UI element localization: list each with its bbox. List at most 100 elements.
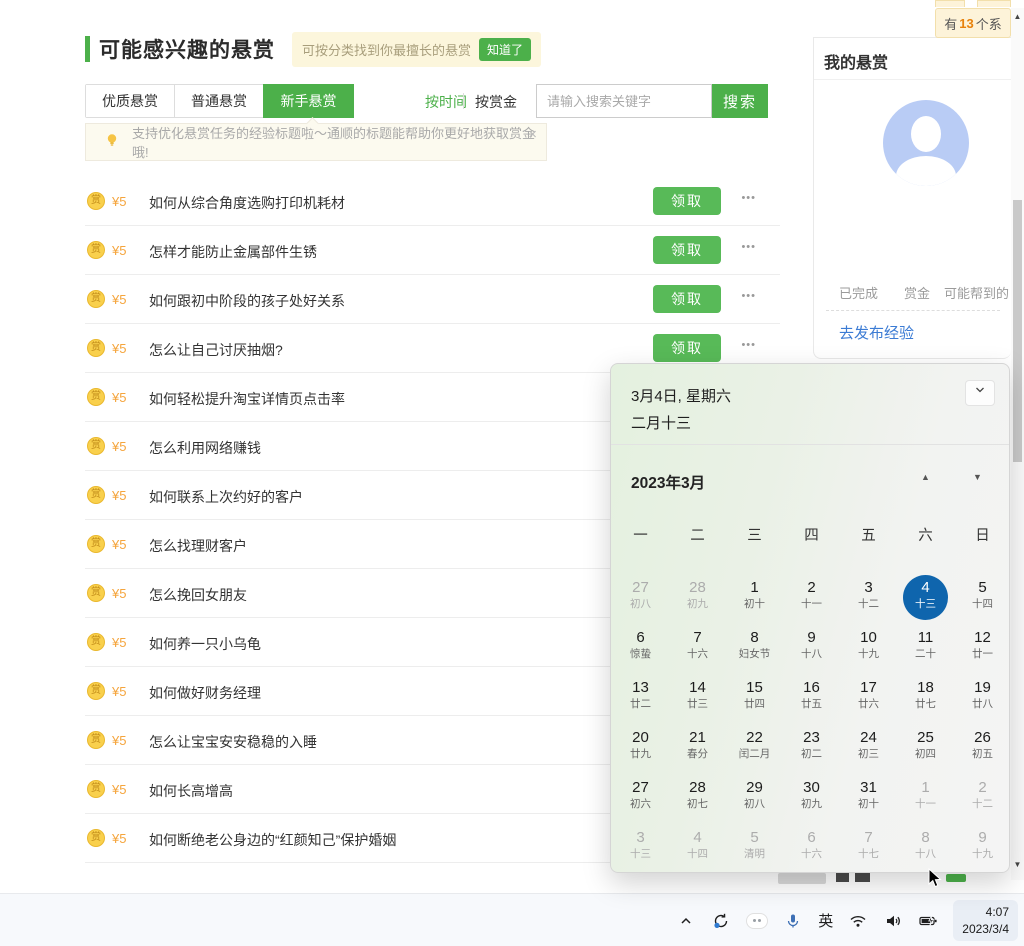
reward-title-link[interactable]: 怎样才能防止金属部件生锈 <box>149 242 317 262</box>
calendar-day[interactable]: 18廿七 <box>897 674 954 724</box>
calendar-collapse-button[interactable] <box>965 380 995 406</box>
claim-button[interactable]: 领取 <box>653 334 721 362</box>
calendar-day[interactable]: 3十二 <box>840 574 897 624</box>
calendar-day[interactable]: 7十七 <box>840 824 897 874</box>
calendar-day[interactable]: 28初七 <box>669 774 726 824</box>
sort-by-reward[interactable]: 按赏金 <box>475 92 517 112</box>
calendar-day[interactable]: 23初二 <box>783 724 840 774</box>
reward-title-link[interactable]: 怎么让自己讨厌抽烟? <box>149 340 283 360</box>
more-options-icon[interactable]: ••• <box>741 192 756 204</box>
calendar-day[interactable]: 12廿一 <box>954 624 1011 674</box>
calendar-day[interactable]: 14廿三 <box>669 674 726 724</box>
tray-status-icon[interactable] <box>746 913 768 929</box>
sort-by-time[interactable]: 按时间 <box>425 92 467 112</box>
calendar-month-label[interactable]: 2023年3月 <box>631 471 705 493</box>
calendar-day-selected[interactable]: 4十三 <box>897 574 954 624</box>
speaker-icon[interactable] <box>883 911 903 931</box>
tip-close-icon[interactable]: × <box>528 126 537 143</box>
reward-title-link[interactable]: 如何轻松提升淘宝详情页点击率 <box>149 389 345 409</box>
reward-title-link[interactable]: 怎么挽回女朋友 <box>149 585 247 605</box>
day-number: 5 <box>978 579 986 597</box>
search-button[interactable]: 搜索 <box>712 84 768 118</box>
calendar-prev-month-arrow[interactable]: ▲ <box>921 472 930 482</box>
hint-ok-button[interactable]: 知道了 <box>479 38 531 61</box>
calendar-day[interactable]: 2十一 <box>783 574 840 624</box>
calendar-day[interactable]: 20廿九 <box>612 724 669 774</box>
calendar-day[interactable]: 7十六 <box>669 624 726 674</box>
day-lunar-label: 初九 <box>801 798 822 811</box>
reward-title-link[interactable]: 如何长高增高 <box>149 781 233 801</box>
calendar-day[interactable]: 27初六 <box>612 774 669 824</box>
system-notification-badge[interactable]: 有 13 个系 <box>935 8 1011 38</box>
calendar-day[interactable]: 8妇女节 <box>726 624 783 674</box>
calendar-day[interactable]: 9十八 <box>783 624 840 674</box>
calendar-day[interactable]: 1十一 <box>897 774 954 824</box>
publish-experience-link[interactable]: 去发布经验 <box>839 322 914 343</box>
calendar-day[interactable]: 9十九 <box>954 824 1011 874</box>
more-options-icon[interactable]: ••• <box>741 339 756 351</box>
calendar-day[interactable]: 21春分 <box>669 724 726 774</box>
calendar-day[interactable]: 22闰二月 <box>726 724 783 774</box>
calendar-day[interactable]: 4十四 <box>669 824 726 874</box>
reward-title-link[interactable]: 怎么找理财客户 <box>149 536 247 556</box>
calendar-day[interactable]: 24初三 <box>840 724 897 774</box>
hint-text: 可按分类找到你最擅长的悬赏 <box>302 40 471 59</box>
calendar-day[interactable]: 6惊蛰 <box>612 624 669 674</box>
calendar-day[interactable]: 16廿五 <box>783 674 840 724</box>
calendar-day[interactable]: 30初九 <box>783 774 840 824</box>
search-input[interactable] <box>536 84 712 118</box>
day-lunar-label: 十六 <box>687 648 708 661</box>
reward-title-link[interactable]: 怎么利用网络赚钱 <box>149 438 261 458</box>
calendar-day[interactable]: 31初十 <box>840 774 897 824</box>
taskbar-clock[interactable]: 4:07 2023/3/4 <box>953 900 1018 940</box>
calendar-day[interactable]: 1初十 <box>726 574 783 624</box>
reward-tab[interactable]: 普通悬赏 <box>175 85 264 117</box>
scrollbar-up-arrow[interactable]: ▲ <box>1011 10 1024 24</box>
scrollbar-down-arrow[interactable]: ▼ <box>1011 858 1024 872</box>
calendar-day[interactable]: 6十六 <box>783 824 840 874</box>
reward-title-link[interactable]: 如何做好财务经理 <box>149 683 261 703</box>
battery-icon[interactable] <box>918 911 938 931</box>
calendar-day[interactable]: 25初四 <box>897 724 954 774</box>
weekday-label: 日 <box>954 524 1011 545</box>
calendar-day[interactable]: 11二十 <box>897 624 954 674</box>
day-number: 2 <box>978 779 986 797</box>
microphone-icon[interactable] <box>783 911 803 931</box>
calendar-day[interactable]: 28初九 <box>669 574 726 624</box>
reward-title-link[interactable]: 如何养一只小乌龟 <box>149 634 261 654</box>
reward-title-link[interactable]: 如何跟初中阶段的孩子处好关系 <box>149 291 345 311</box>
claim-button[interactable]: 领取 <box>653 236 721 264</box>
coin-icon: 赏 <box>87 339 105 357</box>
calendar-day[interactable]: 26初五 <box>954 724 1011 774</box>
calendar-day[interactable]: 5清明 <box>726 824 783 874</box>
sync-icon[interactable] <box>711 911 731 931</box>
day-number: 7 <box>693 629 701 647</box>
calendar-day[interactable]: 15廿四 <box>726 674 783 724</box>
reward-title-link[interactable]: 如何断绝老公身边的“红颜知己”保护婚姻 <box>149 830 396 850</box>
more-options-icon[interactable]: ••• <box>741 241 756 253</box>
show-hidden-icons-chevron[interactable] <box>676 911 696 931</box>
more-options-icon[interactable]: ••• <box>741 290 756 302</box>
calendar-day[interactable]: 8十八 <box>897 824 954 874</box>
calendar-next-month-arrow[interactable]: ▼ <box>973 472 982 482</box>
claim-button[interactable]: 领取 <box>653 187 721 215</box>
calendar-day[interactable]: 5十四 <box>954 574 1011 624</box>
reward-title-link[interactable]: 如何联系上次约好的客户 <box>149 487 303 507</box>
wifi-icon[interactable] <box>848 911 868 931</box>
reward-tab[interactable]: 新手悬赏 <box>263 84 354 118</box>
claim-button[interactable]: 领取 <box>653 285 721 313</box>
calendar-day[interactable]: 27初八 <box>612 574 669 624</box>
calendar-day[interactable]: 29初八 <box>726 774 783 824</box>
calendar-day[interactable]: 2十二 <box>954 774 1011 824</box>
calendar-day[interactable]: 3十三 <box>612 824 669 874</box>
calendar-day[interactable]: 17廿六 <box>840 674 897 724</box>
calendar-day[interactable]: 10十九 <box>840 624 897 674</box>
reward-tab[interactable]: 优质悬赏 <box>86 85 175 117</box>
calendar-day[interactable]: 19廿八 <box>954 674 1011 724</box>
input-language-indicator[interactable]: 英 <box>818 910 833 931</box>
reward-title-link[interactable]: 如何从综合角度选购打印机耗材 <box>149 193 345 213</box>
calendar-day[interactable]: 13廿二 <box>612 674 669 724</box>
reward-title-link[interactable]: 怎么让宝宝安安稳稳的入睡 <box>149 732 317 752</box>
scrollbar-thumb[interactable] <box>1013 200 1022 462</box>
page-scrollbar[interactable]: ▲ ▼ <box>1011 8 1024 880</box>
